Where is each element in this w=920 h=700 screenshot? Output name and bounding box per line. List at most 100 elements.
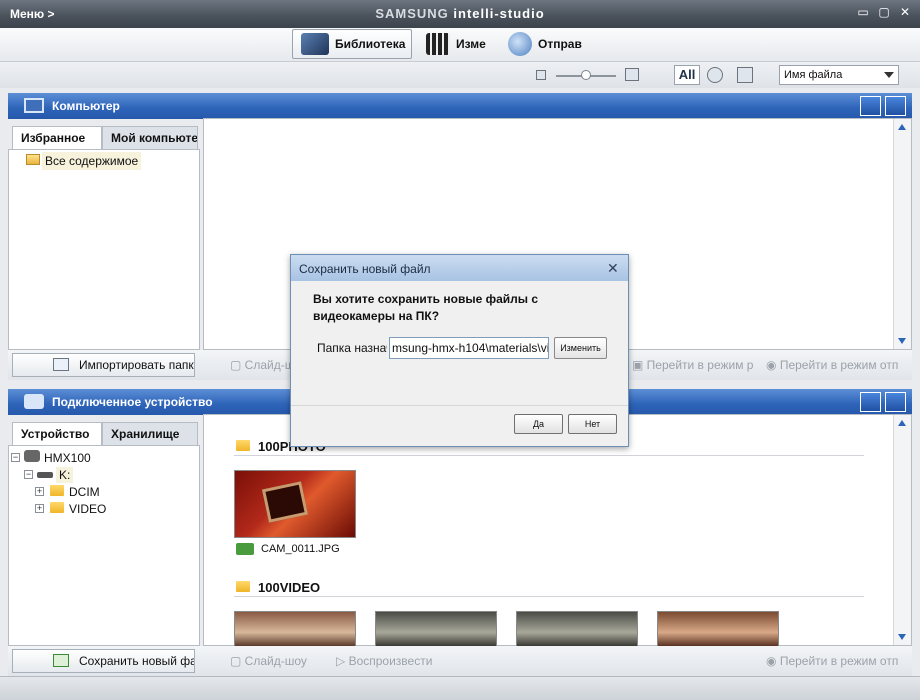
photo-thumbnail[interactable] [234,470,356,538]
film-icon [426,33,450,55]
library-label: Библиотека [335,37,406,51]
expand-video-icon[interactable]: + [35,504,44,513]
tab-storage[interactable]: Хранилище [102,422,198,446]
tab-my-computer[interactable]: Мой компьюте [102,126,198,150]
globe-icon [508,32,532,56]
save-new-file-button[interactable]: Сохранить новый файл [12,649,195,673]
filter-all-button[interactable]: All [674,65,700,85]
slideshow-label: Слайд-шоу [244,654,307,668]
device-icon [24,450,40,462]
import-folder-button[interactable]: Импортировать папку [12,353,195,377]
scroll-up-icon[interactable] [898,124,906,130]
folder-icon [50,502,64,513]
scroll-down-icon[interactable] [898,338,906,344]
slideshow-button[interactable]: ▢ Слайд-шоу [230,654,307,668]
video-thumbnail[interactable] [516,611,638,646]
panel-maximize-button[interactable] [885,96,906,116]
play-button[interactable]: ▷ Воспроизвести [336,654,432,668]
play-label: Воспроизвести [348,654,433,668]
favorites-tree [8,149,200,350]
edit-mode-button[interactable]: Изме [426,29,486,59]
large-thumbnail-icon[interactable] [625,68,639,81]
zoom-slider-handle[interactable] [581,70,591,80]
device-scrollbar[interactable] [893,415,911,645]
edit-label: Изме [456,37,486,51]
maximize-button[interactable]: ▢ [877,5,891,19]
slideshow-gray-label: Слайд-ш [244,358,295,372]
share-label: Отправ [538,37,582,51]
section-video-title: 100VIDEO [258,580,321,595]
sort-value: Имя файла [784,69,843,81]
dialog-question: Вы хотите сохранить новые файлы с видеок… [313,292,539,323]
close-button[interactable]: ✕ [898,5,912,19]
collapse-hmx100-icon[interactable]: − [11,453,20,462]
device-panel-maximize-button[interactable] [885,392,906,412]
photo-filename: CAM_0011.JPG [261,543,340,555]
small-thumbnail-icon[interactable] [536,70,546,80]
video-thumbnail[interactable] [375,611,497,646]
panel-minimize-button[interactable] [860,96,881,116]
yes-button[interactable]: Да [514,414,563,434]
goto-mode-1-label: Перейти в режим р [646,358,754,372]
filter-video-icon[interactable] [707,67,723,83]
filter-photo-icon[interactable] [737,67,753,83]
dialog-close-icon[interactable]: ✕ [607,260,619,277]
goto-mode-2[interactable]: ◉ Перейти в режим отп [766,358,898,372]
tree-item-drive[interactable]: K: [56,467,74,483]
expand-dcim-icon[interactable]: + [35,487,44,496]
tree-item-dcim[interactable]: DCIM [69,485,100,499]
camera-icon [236,543,254,555]
tree-item-all-content[interactable]: Все содержимое [42,152,142,170]
computer-scrollbar[interactable] [893,119,911,349]
destination-folder-label: Папка назнач [317,341,387,355]
monitor-icon [24,98,44,113]
goto-mode-2-label: Перейти в режим отп [779,358,899,372]
goto-mode-device-label: Перейти в режим отп [779,654,899,668]
destination-folder-input[interactable]: msung-hmx-h104\materials\video [389,337,549,359]
computer-panel-title: Компьютер [52,99,120,113]
camcorder-icon [24,394,44,409]
share-mode-button[interactable]: Отправ [508,29,582,59]
tab-device[interactable]: Устройство [12,422,102,446]
brand-name: SAMSUNG [375,6,449,21]
collapse-drive-icon[interactable]: − [24,470,33,479]
status-bar [0,676,920,700]
all-content-icon [26,154,40,165]
minimize-button[interactable]: ▭ [856,5,870,19]
app-title: SAMSUNG intelli-studio [0,6,920,21]
no-button[interactable]: Нет [568,414,617,434]
scroll-down-icon[interactable] [898,634,906,640]
save-new-file-dialog: Сохранить новый файл ✕ Вы хотите сохрани… [290,254,629,447]
import-folder-label: Импортировать папку [79,358,195,372]
import-folder-icon [53,358,69,371]
chevron-down-icon [884,72,894,78]
scroll-up-icon[interactable] [898,420,906,426]
change-folder-button[interactable]: Изменить [554,337,607,359]
section-divider [234,596,864,597]
device-panel-minimize-button[interactable] [860,392,881,412]
slideshow-disabled: ▢ Слайд-ш [230,358,295,372]
save-new-file-label: Сохранить новый файл [79,654,194,668]
device-panel-title: Подключенное устройство [52,395,213,409]
goto-mode-device[interactable]: ◉ Перейти в режим отп [766,654,898,668]
tree-item-hmx100[interactable]: HMX100 [44,451,91,465]
tab-favorites[interactable]: Избранное [12,126,102,150]
section-divider [234,455,864,456]
library-icon [301,33,329,55]
sort-select[interactable]: Имя файла [779,65,899,85]
folder-icon [236,440,250,451]
drive-icon [37,472,53,478]
product-name: intelli-studio [453,6,545,21]
computer-panel-header: Компьютер [8,93,912,119]
dialog-title: Сохранить новый файл [299,262,431,276]
photo-content [261,481,309,523]
video-thumbnail[interactable] [657,611,779,646]
save-icon [53,654,69,667]
folder-icon [50,485,64,496]
dialog-divider [291,405,628,406]
folder-icon [236,581,250,592]
tree-item-video[interactable]: VIDEO [69,502,106,516]
library-mode-button[interactable]: Библиотека [292,29,412,59]
goto-mode-1[interactable]: ▣ Перейти в режим р [632,358,753,372]
video-thumbnail[interactable] [234,611,356,646]
